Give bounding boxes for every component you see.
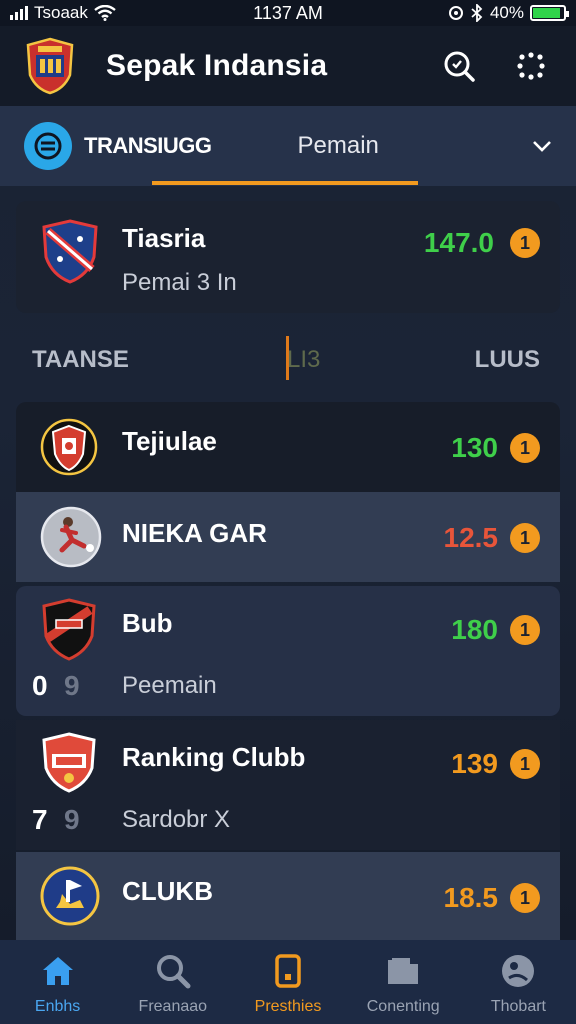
nav-item-thobart[interactable]: Thobart (461, 940, 576, 1024)
tab-bar: TRANSIUGG Pemain (0, 106, 576, 186)
row-score: 130 (451, 432, 498, 463)
row-name: NIEKA GAR (122, 518, 267, 548)
search-icon (156, 955, 191, 989)
list-item[interactable]: NIEKA GAR 12.5 1 (16, 492, 560, 582)
row-rank: 0 (32, 670, 48, 701)
row-rank-secondary: 9 (64, 804, 80, 835)
nav-item-search[interactable]: Freanaao (115, 940, 230, 1024)
nav-label: Enbhs (34, 998, 81, 1015)
list-item[interactable]: Bub Peemain 0 9 180 1 (16, 586, 560, 716)
bottom-nav: Enbhs Freanaao Presthies Conenting Thoba… (0, 940, 576, 1024)
battery-icon (530, 5, 569, 21)
row-rank-secondary: 9 (64, 670, 80, 701)
list-item[interactable]: Tejiulae 130 1 (16, 402, 560, 492)
profile-icon (502, 955, 535, 987)
header-actions (442, 49, 548, 83)
row-badge: 1 (510, 749, 540, 779)
row-score: 139 (451, 748, 498, 779)
column-mid-label: LI3 (287, 346, 321, 373)
transfer-icon[interactable] (24, 122, 72, 170)
nav-item-presthies[interactable]: Presthies (230, 940, 345, 1024)
tab-transfer[interactable]: TRANSIUGG (84, 133, 212, 159)
battery-level (533, 8, 560, 18)
grid-menu-icon[interactable] (514, 49, 548, 83)
row-rank: 7 (32, 804, 48, 835)
club-crest-icon (42, 219, 98, 284)
row-badge: 1 (510, 883, 540, 913)
featured-score: 147.0 (423, 227, 494, 258)
club-crest-icon (40, 866, 100, 926)
column-left-label: TAANSE (32, 346, 129, 373)
row-score: 18.5 (443, 882, 499, 913)
row-score: 12.5 (443, 522, 499, 553)
row-name: Bub (122, 608, 173, 638)
active-tab-indicator (152, 181, 418, 185)
featured-card[interactable]: Tiasria Pemai 3 In 147.0 1 (16, 201, 560, 313)
row-name: CLUKB (122, 876, 213, 906)
list-item[interactable]: Ranking Clubb Sardobr X 7 9 139 1 (16, 720, 560, 850)
search-icon[interactable] (442, 49, 476, 83)
phone-icon (275, 954, 301, 988)
featured-subtitle: Pemai 3 In (122, 269, 237, 296)
row-name: Ranking Clubb (122, 742, 306, 772)
tab-pemain[interactable]: Pemain (298, 132, 379, 160)
row-subtitle: Sardobr X (122, 806, 231, 833)
club-crest-icon (42, 732, 96, 793)
folder-icon (388, 958, 419, 984)
club-crest-icon (40, 418, 98, 476)
row-score: 180 (451, 614, 498, 645)
nav-label: Presthies (254, 998, 322, 1015)
nav-label: Freanaao (138, 998, 208, 1015)
app-title: Sepak Indansia (106, 49, 328, 82)
home-icon (42, 957, 73, 985)
club-logo[interactable] (24, 37, 76, 95)
app-header: Sepak Indansia (0, 26, 576, 106)
nav-label: Conenting (366, 998, 440, 1015)
nav-label: Thobart (490, 998, 546, 1015)
status-time: 1137 AM (253, 2, 323, 23)
chevron-down-icon[interactable] (530, 134, 554, 158)
row-badge: 1 (510, 615, 540, 645)
status-bar: Tsoaak 1137 AM 40% (0, 0, 576, 26)
row-badge: 1 (510, 523, 540, 553)
club-crest-icon (42, 598, 96, 661)
column-header: TAANSE LI3 LUUS (0, 330, 576, 390)
row-subtitle: Peemain (122, 672, 217, 699)
list-item[interactable]: CLUKB 18.5 1 (16, 852, 560, 940)
column-right-label[interactable]: LUUS (475, 346, 540, 374)
nav-item-conenting[interactable]: Conenting (346, 940, 461, 1024)
row-name: Tejiulae (122, 426, 217, 456)
featured-name: Tiasria (122, 223, 206, 253)
row-badge: 1 (510, 433, 540, 463)
player-avatar (40, 506, 102, 568)
featured-badge: 1 (510, 228, 540, 258)
nav-item-home[interactable]: Enbhs (0, 940, 115, 1024)
